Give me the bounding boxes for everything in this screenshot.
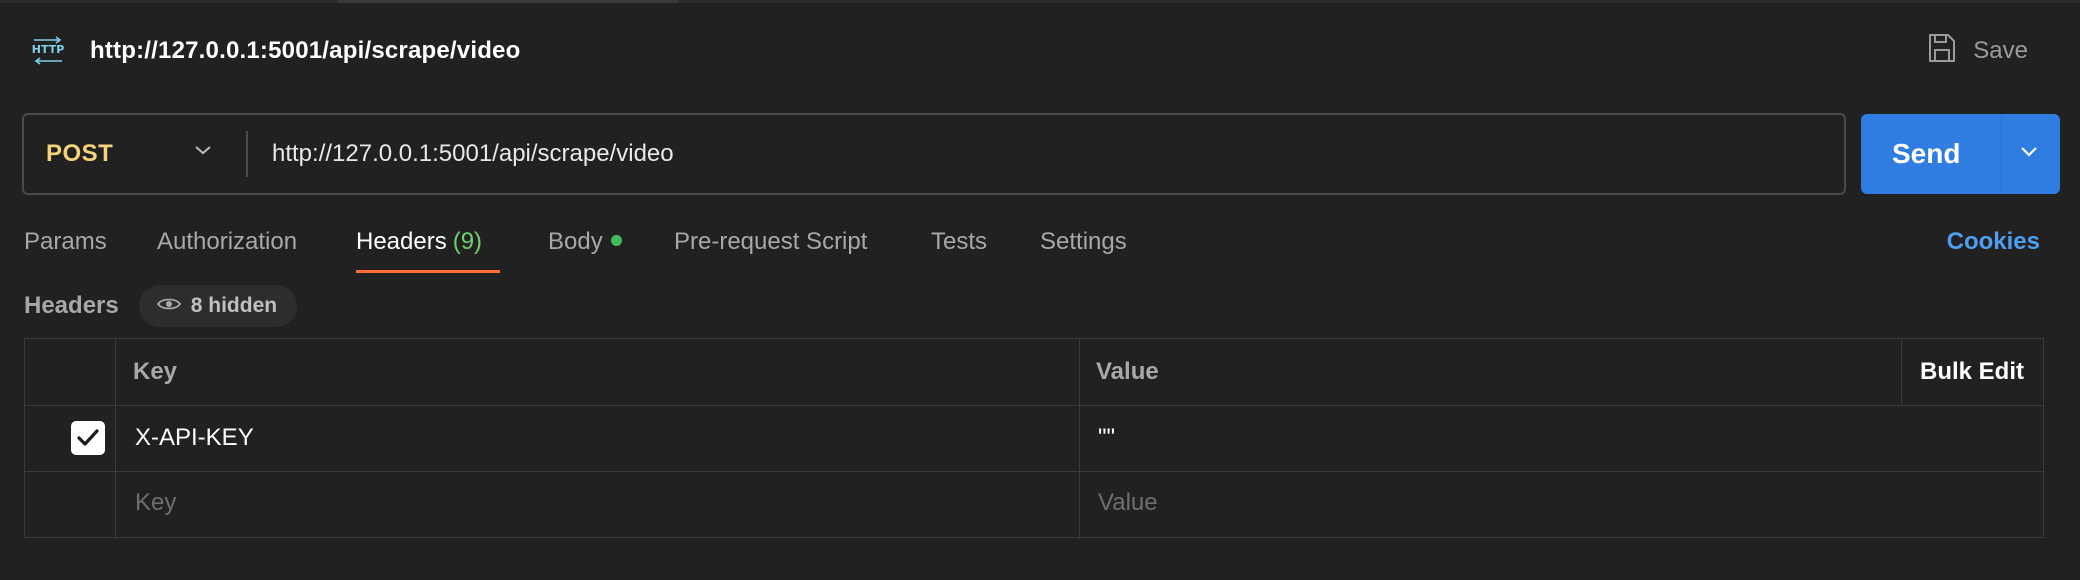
tab-body[interactable]: Body — [548, 222, 622, 274]
send-divider — [2001, 114, 2002, 194]
send-button[interactable]: Send — [1861, 114, 2060, 194]
headers-table: Key Value Bulk Edit X-API-KEY "" Key Val… — [24, 338, 2044, 539]
header-value-cell[interactable]: "" — [1098, 423, 1115, 453]
save-icon — [1927, 32, 1957, 71]
tab-settings[interactable]: Settings — [1040, 222, 1127, 274]
new-value-input[interactable]: Value — [1098, 488, 1158, 518]
tab-label: Headers — [356, 228, 447, 255]
method-label: POST — [46, 140, 114, 167]
row-divider — [25, 471, 2043, 472]
tab-label: Params — [24, 228, 107, 255]
http-icon: HTTP — [30, 33, 66, 69]
send-label: Send — [1892, 138, 1961, 169]
headers-section-header: Headers 8 hidden — [24, 285, 298, 327]
hidden-headers-label: 8 hidden — [190, 294, 278, 317]
new-key-input[interactable]: Key — [135, 488, 176, 518]
tab-label: Body — [548, 228, 603, 255]
row-divider — [25, 405, 2043, 406]
svg-text:HTTP: HTTP — [32, 43, 65, 56]
header-key-cell[interactable]: X-API-KEY — [135, 423, 254, 453]
tab-pre-request-script[interactable]: Pre-request Script — [674, 222, 867, 274]
active-tab-strip — [338, 0, 678, 3]
body-indicator-dot — [610, 235, 622, 247]
request-title-row: HTTP http://127.0.0.1:5001/api/scrape/vi… — [30, 30, 520, 72]
top-strip — [0, 0, 2080, 3]
tab-label: Settings — [1040, 228, 1127, 255]
column-divider — [115, 339, 116, 539]
method-select[interactable]: POST — [24, 115, 246, 193]
cookies-link[interactable]: Cookies — [1947, 222, 2040, 262]
active-tab-underline — [356, 270, 500, 273]
hidden-headers-toggle[interactable]: 8 hidden — [138, 285, 298, 327]
tab-label: Authorization — [157, 228, 298, 255]
checkmark-icon — [77, 429, 99, 446]
tab-tests[interactable]: Tests — [931, 222, 987, 274]
tab-params[interactable]: Params — [24, 222, 107, 274]
column-divider — [1079, 339, 1080, 539]
column-header-key: Key — [133, 358, 178, 385]
tab-headers[interactable]: Headers (9) — [356, 222, 482, 274]
url-input[interactable]: http://127.0.0.1:5001/api/scrape/video — [272, 140, 674, 168]
row-enable-checkbox[interactable] — [71, 421, 105, 455]
column-header-value: Value — [1096, 358, 1159, 385]
column-divider — [1901, 339, 1902, 405]
save-label: Save — [1973, 37, 2028, 64]
tab-label: Tests — [931, 228, 988, 255]
chevron-down-icon — [194, 143, 212, 161]
request-title[interactable]: http://127.0.0.1:5001/api/scrape/video — [90, 37, 520, 65]
url-bar: POST http://127.0.0.1:5001/api/scrape/vi… — [22, 113, 1846, 195]
headers-count: (9) — [452, 228, 483, 255]
eye-icon — [156, 294, 181, 318]
send-dropdown-chevron-down-icon[interactable] — [2019, 144, 2039, 165]
tab-label: Pre-request Script — [674, 228, 868, 255]
headers-title: Headers — [24, 292, 119, 319]
save-button[interactable]: Save — [1927, 30, 2028, 72]
url-divider — [246, 131, 248, 177]
tab-authorization[interactable]: Authorization — [157, 222, 297, 274]
bulk-edit-button[interactable]: Bulk Edit — [1920, 357, 2024, 387]
